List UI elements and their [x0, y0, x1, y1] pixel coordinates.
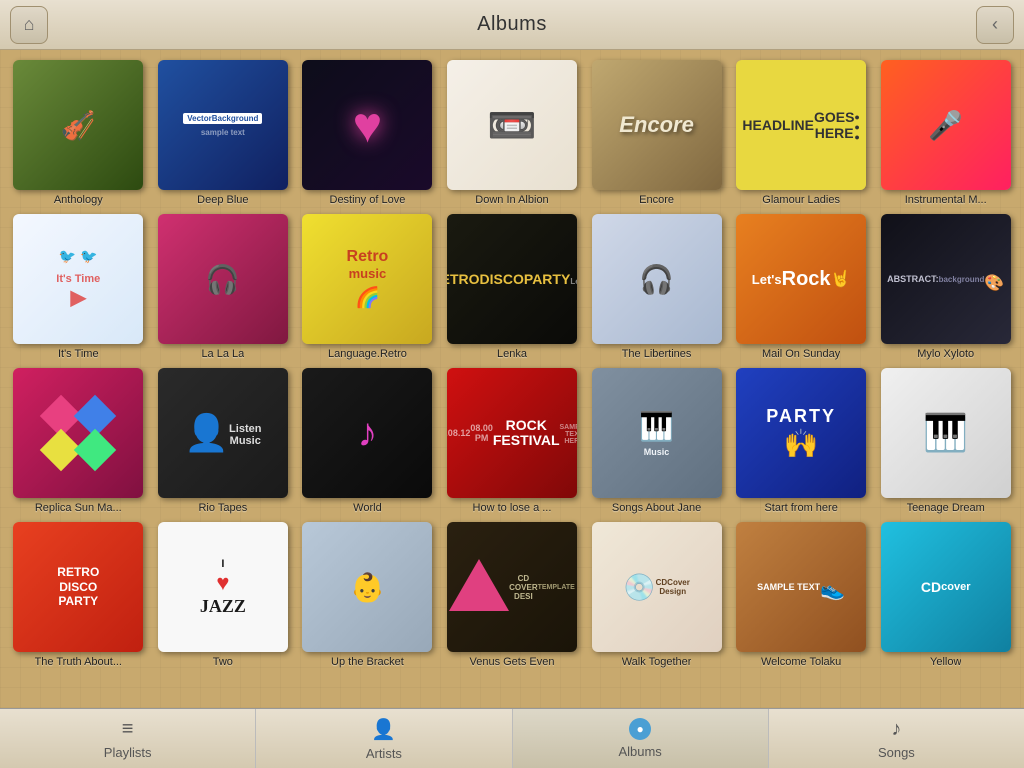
- list-item[interactable]: ABSTRACT: background 🎨 Mylo Xyloto: [877, 214, 1014, 360]
- list-item[interactable]: SAMPLE TEXT 👟 Welcome Tolaku: [733, 522, 870, 668]
- tab-songs-label: Songs: [878, 745, 915, 760]
- list-item[interactable]: 👤 ListenMusic Rio Tapes: [155, 368, 292, 514]
- page-title: Albums: [477, 13, 547, 36]
- album-title: Down In Albion: [475, 194, 548, 206]
- album-title: Anthology: [54, 194, 103, 206]
- tab-songs[interactable]: ♪ Songs: [769, 709, 1024, 768]
- header: ⌂ Albums ‹: [0, 0, 1024, 50]
- tab-artists[interactable]: 👤 Artists: [256, 709, 512, 768]
- album-title: Destiny of Love: [330, 194, 406, 206]
- artists-icon: 👤: [371, 717, 396, 742]
- list-item[interactable]: Encore Encore: [588, 60, 725, 206]
- album-title: Songs About Jane: [612, 502, 701, 514]
- album-title: Yellow: [930, 656, 961, 668]
- list-item[interactable]: CD COVER DESI TEMPLATE Venus Gets Even: [444, 522, 581, 668]
- home-button[interactable]: ⌂: [10, 6, 48, 44]
- album-title: Deep Blue: [197, 194, 248, 206]
- album-title: Mylo Xyloto: [917, 348, 974, 360]
- list-item[interactable]: PARTY 🙌 Start from here: [733, 368, 870, 514]
- list-item[interactable]: 🎤 Instrumental M...: [877, 60, 1014, 206]
- list-item[interactable]: 🎻 Anthology: [10, 60, 147, 206]
- list-item[interactable]: 🎹 Music Songs About Jane: [588, 368, 725, 514]
- album-title: Replica Sun Ma...: [35, 502, 122, 514]
- list-item[interactable]: Retro music 🌈 Language.Retro: [299, 214, 436, 360]
- tab-artists-label: Artists: [366, 746, 402, 761]
- list-item[interactable]: CD cover Yellow: [877, 522, 1014, 668]
- album-title: Language.Retro: [328, 348, 407, 360]
- tab-albums-label: Albums: [618, 744, 661, 759]
- album-title: Two: [213, 656, 233, 668]
- album-title: Glamour Ladies: [762, 194, 840, 206]
- album-title: La La La: [201, 348, 244, 360]
- list-item[interactable]: Let's Rock 🤘 Mail On Sunday: [733, 214, 870, 360]
- album-title: Mail On Sunday: [762, 348, 840, 360]
- albums-grid: 🎻 Anthology VectorBackground sample text…: [10, 60, 1014, 668]
- tab-playlists[interactable]: ≡ Playlists: [0, 709, 256, 768]
- album-title: World: [353, 502, 382, 514]
- list-item[interactable]: 🎧 La La La: [155, 214, 292, 360]
- list-item[interactable]: VectorBackground sample text Deep Blue: [155, 60, 292, 206]
- albums-grid-container: 🎻 Anthology VectorBackground sample text…: [0, 50, 1024, 708]
- list-item[interactable]: I ♥ JAZZ Two: [155, 522, 292, 668]
- album-title: Encore: [639, 194, 674, 206]
- album-title: Lenka: [497, 348, 527, 360]
- songs-icon: ♪: [891, 718, 901, 741]
- album-title: The Libertines: [622, 348, 692, 360]
- list-item[interactable]: 18.08.12 08.00 PM ROCKFESTIVAL SAMPLE TE…: [444, 368, 581, 514]
- list-item[interactable]: 🎧 The Libertines: [588, 214, 725, 360]
- album-title: The Truth About...: [35, 656, 122, 668]
- album-title: Venus Gets Even: [469, 656, 554, 668]
- tab-bar: ≡ Playlists 👤 Artists ● Albums ♪ Songs: [0, 708, 1024, 768]
- albums-icon: ●: [629, 718, 651, 740]
- album-title: Teenage Dream: [907, 502, 985, 514]
- list-item[interactable]: 📼 Down In Albion: [444, 60, 581, 206]
- list-item[interactable]: 🐦 🐦 It's Time ▶ It's Time: [10, 214, 147, 360]
- album-title: It's Time: [58, 348, 99, 360]
- list-item[interactable]: HEADLINE GOES HERE ● ● ● Glamour Ladies: [733, 60, 870, 206]
- tab-albums[interactable]: ● Albums: [513, 709, 769, 768]
- album-title: Instrumental M...: [905, 194, 987, 206]
- list-item[interactable]: 🎹 Teenage Dream: [877, 368, 1014, 514]
- list-item[interactable]: ♪ World: [299, 368, 436, 514]
- album-title: Walk Together: [622, 656, 692, 668]
- album-title: Up the Bracket: [331, 656, 404, 668]
- album-title: How to lose a ...: [473, 502, 552, 514]
- playlists-icon: ≡: [122, 718, 134, 741]
- album-title: Rio Tapes: [198, 502, 247, 514]
- back-button[interactable]: ‹: [976, 6, 1014, 44]
- tab-playlists-label: Playlists: [104, 745, 152, 760]
- list-item[interactable]: 💿 CDCoverDesign Walk Together: [588, 522, 725, 668]
- list-item[interactable]: 👶 Up the Bracket: [299, 522, 436, 668]
- list-item[interactable]: RETRO DISCO PARTY Lenka Lenka: [444, 214, 581, 360]
- list-item[interactable]: ♥ Destiny of Love: [299, 60, 436, 206]
- list-item[interactable]: RETRODISCOPARTY The Truth About...: [10, 522, 147, 668]
- list-item[interactable]: Replica Sun Ma...: [10, 368, 147, 514]
- album-title: Start from here: [764, 502, 837, 514]
- album-title: Welcome Tolaku: [761, 656, 841, 668]
